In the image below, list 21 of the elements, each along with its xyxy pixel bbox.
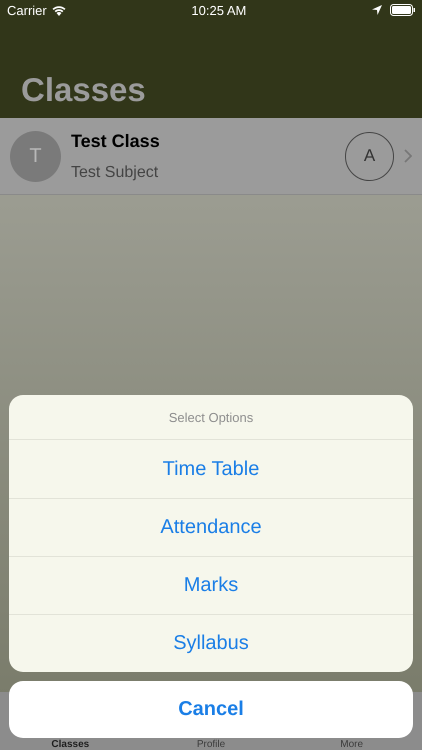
action-button[interactable]: Marks xyxy=(9,556,413,614)
wifi-icon xyxy=(52,4,66,16)
chevron-icon xyxy=(404,149,412,163)
tab-label[interactable]: Classes xyxy=(51,739,90,750)
page-title: Classes xyxy=(21,71,146,109)
class-name: Test Class xyxy=(71,130,161,152)
carrier-label: Carrier xyxy=(7,2,47,18)
time-label: 10:25 AM xyxy=(191,2,246,18)
grade-badge: A xyxy=(345,132,394,180)
class-row[interactable]: T Test Class Test Subject A xyxy=(0,118,422,195)
class-avatar: T xyxy=(10,130,61,182)
action-button[interactable]: Attendance xyxy=(9,498,413,556)
cancel-button[interactable]: Cancel xyxy=(9,681,413,738)
tab-label[interactable]: Profile xyxy=(196,739,226,750)
class-subject: Test Subject xyxy=(71,164,160,182)
battery-icon xyxy=(390,4,415,16)
action-button[interactable]: Syllabus xyxy=(9,614,413,672)
action-button[interactable]: Time Table xyxy=(9,440,413,498)
tab-label[interactable]: More xyxy=(340,739,364,750)
sheet-title: Select Options xyxy=(168,410,254,424)
location-icon xyxy=(372,5,382,15)
